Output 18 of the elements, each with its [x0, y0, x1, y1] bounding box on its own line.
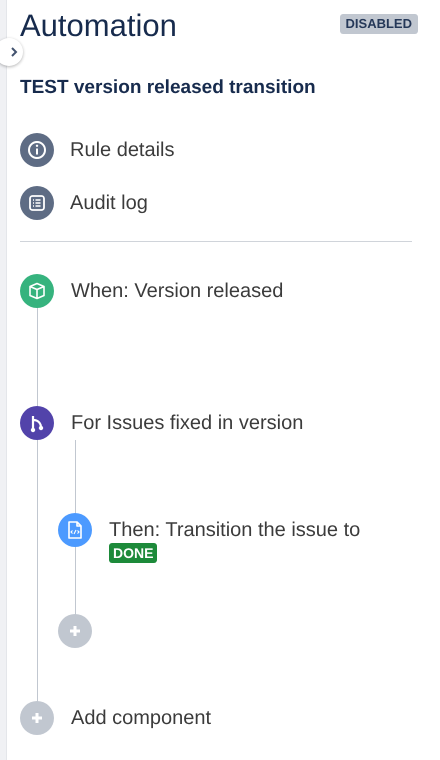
branch-icon: [20, 406, 54, 440]
add-icon[interactable]: [20, 701, 54, 735]
list-icon: [20, 186, 54, 220]
component-label[interactable]: When: Version released: [71, 274, 284, 308]
status-lozenge: DONE: [109, 543, 158, 563]
chevron-right-icon: [10, 47, 18, 57]
nav-link[interactable]: Rule details: [70, 135, 175, 165]
nav-link[interactable]: Audit log: [70, 188, 148, 218]
add-icon[interactable]: [58, 614, 92, 648]
info-icon: [20, 133, 54, 167]
component-label[interactable]: For Issues fixed in version: [71, 406, 304, 440]
rule-name: TEST version released transition: [20, 76, 317, 100]
document-icon: [58, 513, 92, 547]
status-lozenge: DISABLED: [340, 14, 418, 34]
component-label[interactable]: Add component: [71, 701, 212, 735]
expand-button[interactable]: [0, 38, 23, 66]
box-icon: [20, 274, 54, 308]
page-title: Automation: [20, 7, 177, 45]
